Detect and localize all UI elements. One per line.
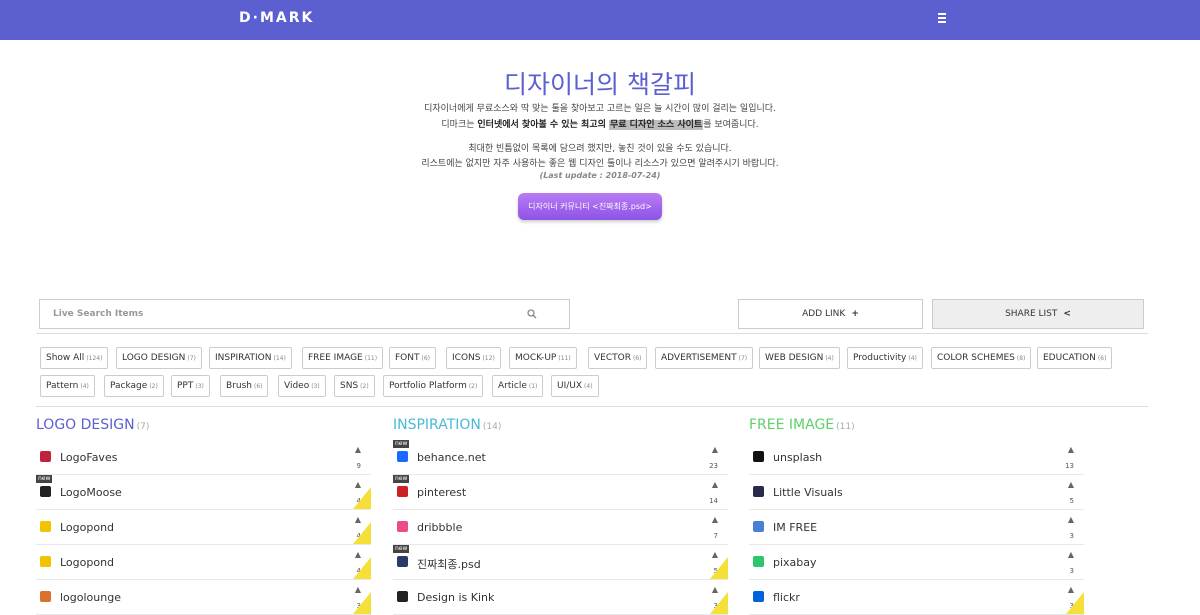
share-icon: < <box>1063 309 1071 319</box>
filter-pattern[interactable]: Pattern (4) <box>40 375 95 397</box>
thumbs-up-icon[interactable]: ▲ <box>1068 515 1074 524</box>
filter-ppt[interactable]: PPT (3) <box>171 375 210 397</box>
filter-package[interactable]: Package (2) <box>104 375 164 397</box>
moose-icon <box>40 486 51 497</box>
square-icon <box>40 591 51 602</box>
list-item[interactable]: flickr ▲ 3 <box>749 580 1084 615</box>
thumbs-up-icon[interactable]: ▲ <box>1068 480 1074 489</box>
list-item[interactable]: Little Visuals ▲ 5 <box>749 475 1084 510</box>
unsplash-icon <box>753 451 764 462</box>
flickr-icon <box>753 591 764 602</box>
filter-education[interactable]: EDUCATION (6) <box>1037 347 1113 369</box>
list-item[interactable]: LogoFaves ▲ 9 <box>36 440 371 475</box>
page-title: 디자이너의 책갈피 <box>504 70 696 99</box>
behance-icon <box>397 451 408 462</box>
site-logo[interactable]: D·MARK <box>239 10 314 26</box>
featured-corner-marker <box>353 487 371 509</box>
pinterest-icon <box>397 486 408 497</box>
filter-inspiration[interactable]: INSPIRATION (14) <box>209 347 292 369</box>
column-title[interactable]: FREE IMAGE (11) <box>749 417 855 433</box>
filter-sns[interactable]: SNS (2) <box>334 375 375 397</box>
filter-font[interactable]: FONT (6) <box>389 347 436 369</box>
hero-description-line-2: 디마크는 인터넷에서 찾아볼 수 있는 최고의 무료 디자인 소스 사이트를 보… <box>441 120 759 130</box>
menu-icon[interactable] <box>938 13 946 23</box>
list-item[interactable]: logolounge ▲ 3 <box>36 580 371 615</box>
search-placeholder: Live Search Items <box>53 309 144 319</box>
hero-description-line-3: 최대한 빈틈없이 목록에 담으려 했지만, 놓친 것이 있을 수도 있습니다. <box>468 144 732 154</box>
pixabay-icon <box>753 556 764 567</box>
search-input[interactable]: Live Search Items <box>39 299 570 329</box>
share-list-button[interactable]: SHARE LIST < <box>932 299 1144 329</box>
list-item[interactable]: unsplash ▲ 13 <box>749 440 1084 475</box>
thumbs-up-icon[interactable]: ▲ <box>355 445 361 454</box>
list-item[interactable]: IM FREE ▲ 3 <box>749 510 1084 545</box>
featured-corner-marker <box>353 557 371 579</box>
list-item[interactable]: pinterest ▲ 14 new <box>393 475 728 510</box>
list-item[interactable]: Logopond ▲ 4 <box>36 510 371 545</box>
list-item[interactable]: dribbble ▲ 7 <box>393 510 728 545</box>
list-item[interactable]: 진짜최종.psd ▲ 5 new <box>393 545 728 580</box>
column-title[interactable]: LOGO DESIGN (7) <box>36 417 149 433</box>
new-badge: new <box>393 545 410 553</box>
column-title[interactable]: INSPIRATION (14) <box>393 417 501 433</box>
globe-icon <box>753 521 764 532</box>
filter-logo-design[interactable]: LOGO DESIGN (7) <box>116 347 202 369</box>
filter-ui-ux[interactable]: UI/UX (4) <box>551 375 599 397</box>
hero-description-line-4: 리스트에는 없지만 자주 사용하는 좋은 웹 디자인 툴이나 리소스가 있으면 … <box>421 159 779 169</box>
filter-advertisement[interactable]: ADVERTISEMENT (7) <box>655 347 754 369</box>
filter-web-design[interactable]: WEB DESIGN (4) <box>759 347 840 369</box>
thumbs-up-icon[interactable]: ▲ <box>712 515 718 524</box>
filter-mock-up[interactable]: MOCK-UP (11) <box>509 347 577 369</box>
filter-show-all[interactable]: Show All (124) <box>40 347 109 369</box>
featured-corner-marker <box>710 557 728 579</box>
search-icon[interactable] <box>527 309 537 319</box>
heart-icon <box>40 451 51 462</box>
filter-vector[interactable]: VECTOR (6) <box>588 347 648 369</box>
dribbble-icon <box>397 521 408 532</box>
new-badge: new <box>393 475 410 483</box>
community-button[interactable]: 디자이너 커뮤니티 <진짜최종.psd> <box>518 193 662 220</box>
list-item[interactable]: behance.net ▲ 23 new <box>393 440 728 475</box>
list-item[interactable]: Design is Kink ▲ 3 <box>393 580 728 615</box>
list-item[interactable]: Logopond ▲ 4 <box>36 545 371 580</box>
hero-description-line-1: 디자이너에게 무료소스와 딱 맞는 툴을 찾아보고 고르는 일은 늘 시간이 많… <box>424 104 776 114</box>
filter-article[interactable]: Article (1) <box>492 375 544 397</box>
heart-icon <box>40 556 51 567</box>
thumbs-up-icon[interactable]: ▲ <box>1068 550 1074 559</box>
filter-color-schemes[interactable]: COLOR SCHEMES (8) <box>931 347 1032 369</box>
filter-brush[interactable]: Brush (6) <box>220 375 269 397</box>
psd-icon <box>397 556 408 567</box>
square-icon <box>753 486 764 497</box>
list-item[interactable]: LogoMoose ▲ 4 new <box>36 475 371 510</box>
divider <box>36 406 1148 407</box>
thumbs-up-icon[interactable]: ▲ <box>712 445 718 454</box>
filter-free-image[interactable]: FREE IMAGE (11) <box>302 347 384 369</box>
filter-productivity[interactable]: Productivity (4) <box>847 347 923 369</box>
kink-icon <box>397 591 408 602</box>
add-link-button[interactable]: ADD LINK + <box>738 299 923 329</box>
new-badge: new <box>393 440 410 448</box>
thumbs-up-icon[interactable]: ▲ <box>712 480 718 489</box>
featured-corner-marker <box>353 522 371 544</box>
filter-portfolio-platform[interactable]: Portfolio Platform (2) <box>383 375 484 397</box>
filter-video[interactable]: Video (3) <box>278 375 326 397</box>
new-badge: new <box>36 475 53 483</box>
plus-icon: + <box>851 309 859 319</box>
thumbs-up-icon[interactable]: ▲ <box>1068 445 1074 454</box>
filter-icons[interactable]: ICONS (12) <box>446 347 501 369</box>
heart-icon <box>40 521 51 532</box>
divider <box>36 333 1148 334</box>
last-update-text: (Last update : 2018-07-24) <box>539 171 661 180</box>
top-navigation-bar: D·MARK <box>0 0 1200 40</box>
list-item[interactable]: pixabay ▲ 3 <box>749 545 1084 580</box>
